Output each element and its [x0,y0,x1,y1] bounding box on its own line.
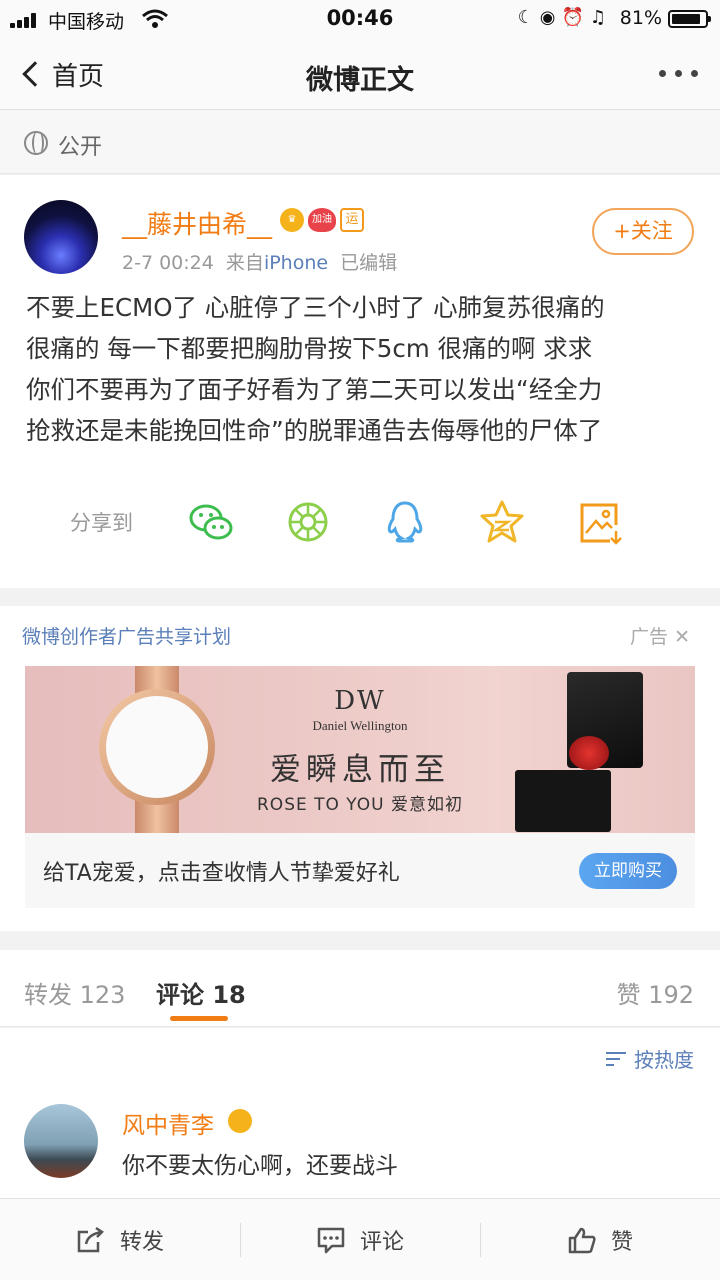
source-prefix: 来自 [225,252,264,274]
share-row [186,497,671,547]
author-name[interactable]: __藤井由希__ [122,205,272,241]
comment-icon [317,1227,345,1254]
ad-tag-label: 广告 [630,626,669,648]
status-icons: ☾◉⏰♫ [518,7,612,28]
ad-footer[interactable]: 给TA宠爱，点击查收情人节挚爱好礼 立即购买 [25,833,695,908]
commenter-avatar[interactable] [24,1104,98,1178]
close-icon[interactable]: ✕ [668,626,690,648]
moon-icon: ☾ [517,7,540,28]
globe-icon [24,131,48,155]
thumbs-up-icon [568,1227,596,1254]
post-card: __藤井由希__ ♛ 加油 运 2-7 00:24 来自iPhone 已编辑 +… [0,175,720,588]
moments-icon[interactable] [283,497,333,547]
ad-program-label[interactable]: 微博创作者广告共享计划 [22,622,231,649]
nav-bar: 首页 微博正文 [0,38,720,110]
sort-label: 按热度 [634,1048,694,1072]
comment-count: 18 [212,981,246,1009]
post-meta: 2-7 00:24 来自iPhone 已编辑 [122,248,397,275]
crown-icon [228,1109,252,1133]
crown-icon: ♛ [280,208,304,232]
battery-percent: 81% [619,7,662,29]
edited-label: 已编辑 [340,252,398,274]
post-source: iPhone [263,252,329,274]
follow-button[interactable]: +关注 [592,208,694,255]
comment-list: 按热度 风中青李 你不要太伤心啊，还要战斗 [0,1028,720,1198]
comment-text: 你不要太伤心啊，还要战斗 [122,1153,398,1179]
ad-banner[interactable]: DW Daniel Wellington 爱瞬息而至 ROSE TO YOU 爱… [25,666,695,833]
more-options-icon[interactable] [659,70,698,77]
ad-close[interactable]: 广告 ✕ [630,622,690,649]
sort-icon [606,1051,626,1067]
post-time: 2-7 00:24 [122,252,214,274]
bottom-action-bar: 转发 评论 赞 [0,1198,720,1280]
post-line: 很痛的 每一下都要把胸肋骨按下5cm 很痛的啊 求求 [26,334,593,363]
alarm-icon: ⏰ [561,7,590,28]
ad-card[interactable]: 微博创作者广告共享计划 广告 ✕ DW Daniel Wellington 爱瞬… [0,606,720,931]
gift-box-image [515,672,643,832]
tagline-en: ROSE TO YOU [257,795,385,815]
battery-icon [668,10,711,28]
repost-icon [77,1226,104,1253]
wechat-icon[interactable] [186,497,236,547]
comment-button[interactable]: 评论 [240,1199,480,1280]
rose-image [569,736,609,770]
post-line: 抢救还是未能挽回性命”的脱罪通告去侮辱他的尸体了 [26,416,603,445]
tagline-cn: 爱意如初 [390,795,463,815]
share-label: 分享到 [70,511,133,535]
buy-now-button[interactable]: 立即购买 [579,853,677,889]
interaction-tabs: 转发 123 评论 18 赞 192 [0,950,720,1027]
status-bar: 中国移动 00:46 ☾◉⏰♫ 81% [0,0,720,38]
post-body: 不要上ECMO了 心脏停了三个小时了 心肺复苏很痛的 很痛的 每一下都要把胸肋骨… [26,287,696,451]
post-line: 不要上ECMO了 心脏停了三个小时了 心肺复苏很痛的 [26,293,605,322]
headphones-icon: ♫ [589,7,612,28]
author-badges: ♛ 加油 运 [280,208,364,232]
repost-button[interactable]: 转发 [0,1199,240,1280]
like-count: 192 [648,981,694,1009]
tab-likes[interactable]: 赞 192 [617,975,694,1010]
qq-icon[interactable] [380,497,430,547]
repost-label: 转发 [119,1230,164,1255]
cheer-badge: 加油 [308,208,336,232]
author-avatar[interactable] [24,200,98,274]
rotation-lock-icon: ◉ [539,7,562,28]
like-button[interactable]: 赞 [480,1199,720,1280]
visibility-row: 公开 [0,111,720,174]
commenter-name[interactable]: 风中青李 [122,1106,214,1140]
tab-repost[interactable]: 转发 123 [24,975,125,1010]
repost-count: 123 [79,981,126,1009]
like-label: 赞 [610,1230,633,1255]
comment-label: 评论 [359,1230,404,1255]
tab-comments[interactable]: 评论 18 [156,975,246,1010]
clock: 00:46 [326,6,394,30]
active-tab-indicator [170,1016,228,1021]
sort-button[interactable]: 按热度 [606,1044,694,1073]
luck-badge: 运 [340,208,364,232]
visibility-label: 公开 [58,135,103,160]
save-image-icon[interactable] [574,497,624,547]
post-line: 你们不要再为了面子好看为了第二天可以发出“经全力 [26,375,603,404]
page-title: 微博正文 [306,65,414,96]
ad-caption: 给TA宠爱，点击查收情人节挚爱好礼 [43,861,400,886]
qzone-icon[interactable] [477,497,527,547]
